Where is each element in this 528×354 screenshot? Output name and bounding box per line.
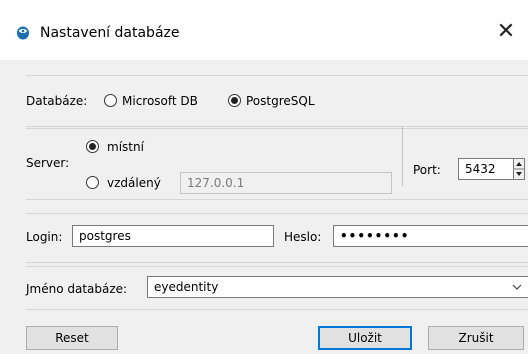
window-title: Nastavení databáze [40,25,180,41]
password-label: Heslo: [284,230,322,244]
radio-postgresql[interactable] [228,94,241,107]
dbname-select[interactable]: eyedentity [147,276,528,298]
radio-microsoft-db-label[interactable]: Microsoft DB [122,94,198,108]
radio-postgresql-label[interactable]: PostgreSQL [246,94,315,108]
login-label: Login: [26,230,63,244]
password-input[interactable]: •••••••• [333,225,528,247]
server-divider [402,126,403,186]
port-spinner-icon[interactable] [513,158,525,180]
save-button[interactable]: Uložit [318,326,412,350]
close-icon[interactable]: ✕ [494,20,518,44]
login-input[interactable]: postgres [72,225,274,247]
radio-remote-label[interactable]: vzdálený [107,176,161,190]
port-input[interactable]: 5432 [458,158,514,180]
port-label: Port: [413,163,441,177]
chevron-down-icon[interactable] [512,283,522,291]
radio-remote[interactable] [86,176,99,189]
server-label: Server: [26,156,70,170]
dbname-label: Jméno databáze: [26,282,128,296]
dbname-value: eyedentity [154,280,219,294]
title-bar: Nastavení databáze ✕ [0,0,528,60]
database-label: Databáze: [26,94,88,108]
radio-local[interactable] [86,140,99,153]
cancel-button[interactable]: Zrušit [428,326,524,350]
reset-button[interactable]: Reset [26,326,118,350]
app-logo-icon [17,26,29,40]
radio-local-label[interactable]: místní [107,140,144,154]
remote-address-input[interactable]: 127.0.0.1 [180,172,392,194]
radio-microsoft-db[interactable] [104,94,117,107]
